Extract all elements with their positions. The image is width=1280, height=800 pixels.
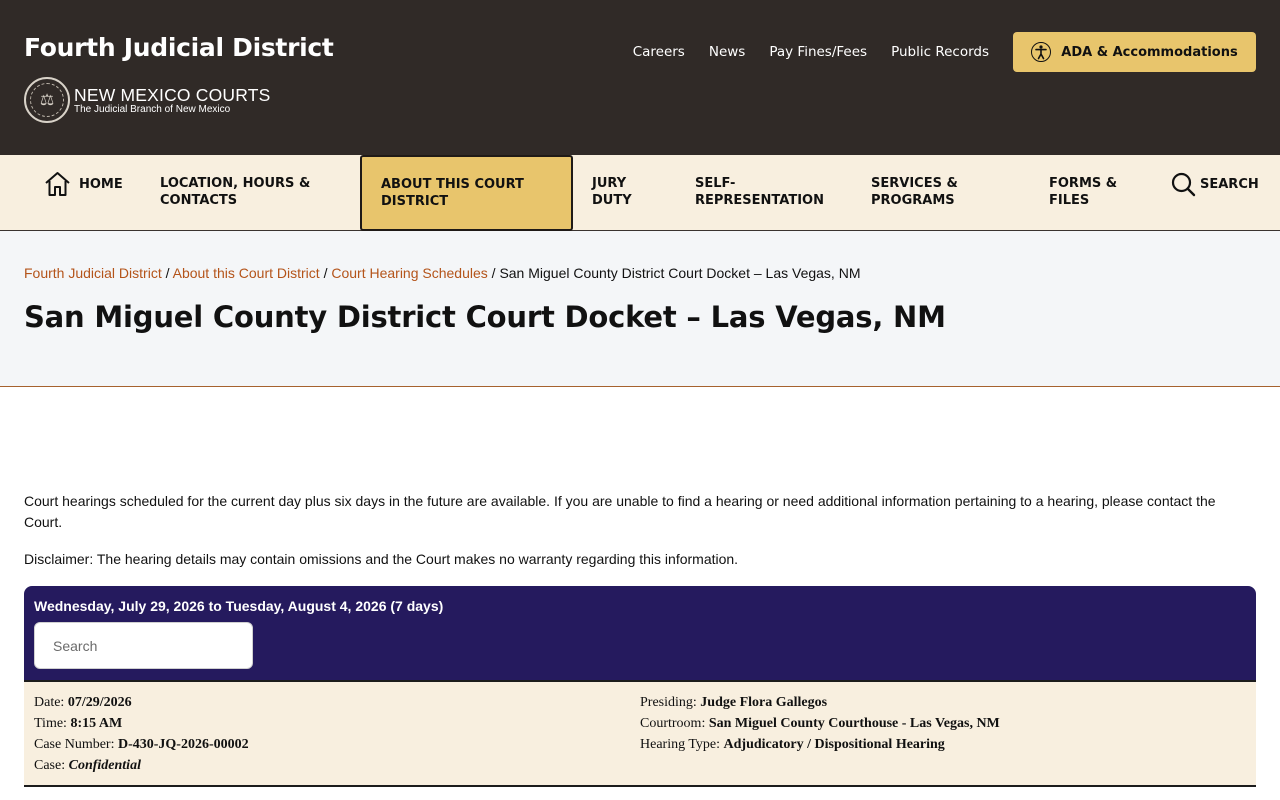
- record-courtroom: Courtroom: San Miguel County Courthouse …: [640, 716, 1000, 731]
- accessibility-icon: [1031, 42, 1052, 62]
- docket-header: Wednesday, July 29, 2026 to Tuesday, Aug…: [24, 586, 1256, 680]
- nav-label-line: PROGRAMS: [871, 193, 955, 208]
- news-link[interactable]: News: [709, 44, 745, 60]
- nav-home[interactable]: HOME: [44, 171, 123, 197]
- record-case: Case: Confidential: [34, 758, 141, 773]
- nav-jury-duty[interactable]: JURY DUTY: [592, 175, 632, 209]
- nav-label-line: SELF-: [695, 176, 736, 191]
- breadcrumb-link-about[interactable]: About this Court District: [173, 265, 320, 281]
- nav-label-line: JURY: [592, 176, 627, 191]
- ada-accommodations-button[interactable]: ADA & Accommodations: [1013, 32, 1256, 72]
- nav-label-line: DUTY: [592, 193, 632, 208]
- nav-label-line: LOCATION, HOURS &: [160, 176, 311, 191]
- hearing-record-left: Date: 07/29/2026 Time: 8:15 AM Case Numb…: [34, 692, 249, 776]
- intro-text: Court hearings scheduled for the current…: [24, 493, 1216, 530]
- nav-label-line: DISTRICT: [381, 194, 449, 209]
- breadcrumb-link-fourth-judicial-district[interactable]: Fourth Judicial District: [24, 265, 162, 281]
- utility-nav: Careers News Pay Fines/Fees Public Recor…: [633, 44, 989, 60]
- ada-label: ADA & Accommodations: [1061, 44, 1238, 60]
- nav-services-programs[interactable]: SERVICES & PROGRAMS: [871, 175, 958, 209]
- home-icon: [45, 172, 70, 196]
- record-presiding: Presiding: Judge Flora Gallegos: [640, 695, 828, 710]
- main-nav: HOME LOCATION, HOURS & CONTACTS ABOUT TH…: [0, 155, 1280, 231]
- nav-label-line: ABOUT THIS COURT: [381, 177, 524, 192]
- record-case-number: Case Number: D-430-JQ-2026-00002: [34, 737, 249, 752]
- logo-main-text: NEW MEXICO COURTS: [74, 84, 271, 105]
- record-date: Date: 07/29/2026: [34, 695, 132, 710]
- disclaimer-text: Disclaimer: The hearing details may cont…: [24, 551, 739, 567]
- nav-about-this-court-district[interactable]: ABOUT THIS COURT DISTRICT: [360, 155, 573, 231]
- page-title: San Miguel County District Court Docket …: [24, 300, 946, 334]
- site-title[interactable]: Fourth Judicial District: [24, 33, 334, 62]
- careers-link[interactable]: Careers: [633, 44, 685, 60]
- nav-label-line: CONTACTS: [160, 193, 238, 208]
- public-records-link[interactable]: Public Records: [891, 44, 989, 60]
- date-range: Wednesday, July 29, 2026 to Tuesday, Aug…: [34, 598, 444, 614]
- hearing-record-right: Presiding: Judge Flora Gallegos Courtroo…: [640, 692, 1000, 755]
- nav-location-hours-contacts[interactable]: LOCATION, HOURS & CONTACTS: [160, 175, 310, 209]
- pay-fines-link[interactable]: Pay Fines/Fees: [769, 44, 867, 60]
- record-hearing-type: Hearing Type: Adjudicatory / Disposition…: [640, 737, 945, 752]
- logo-sub-text: The Judicial Branch of New Mexico: [74, 103, 231, 115]
- site-header: Fourth Judicial District ⚖ NEW MEXICO CO…: [0, 0, 1280, 155]
- page-title-band: Fourth Judicial District / About this Co…: [0, 231, 1280, 387]
- nav-label-line: FORMS &: [1049, 176, 1118, 191]
- breadcrumb: Fourth Judicial District / About this Co…: [24, 265, 860, 281]
- nav-forms-files[interactable]: FORMS & FILES: [1049, 175, 1117, 209]
- breadcrumb-separator: /: [491, 265, 496, 281]
- breadcrumb-separator: /: [165, 265, 170, 281]
- court-seal-icon: ⚖: [24, 77, 70, 123]
- breadcrumb-current: San Miguel County District Court Docket …: [499, 265, 861, 281]
- nav-search[interactable]: SEARCH: [1171, 172, 1259, 197]
- nav-label-line: REPRESENTATION: [695, 193, 824, 208]
- docket-search-input[interactable]: [34, 622, 253, 669]
- record-time: Time: 8:15 AM: [34, 716, 123, 731]
- nav-label-line: FILES: [1049, 193, 1090, 208]
- nav-self-representation[interactable]: SELF- REPRESENTATION: [695, 175, 824, 209]
- nav-search-label: SEARCH: [1200, 177, 1259, 192]
- nm-courts-logo[interactable]: ⚖ NEW MEXICO COURTS The Judicial Branch …: [24, 77, 271, 123]
- breadcrumb-link-court-hearing-schedules[interactable]: Court Hearing Schedules: [331, 265, 487, 281]
- hearing-record: Date: 07/29/2026 Time: 8:15 AM Case Numb…: [24, 680, 1256, 787]
- search-icon: [1171, 172, 1196, 197]
- nav-label-line: SERVICES &: [871, 176, 958, 191]
- breadcrumb-separator: /: [323, 265, 328, 281]
- nav-home-label: HOME: [79, 176, 123, 192]
